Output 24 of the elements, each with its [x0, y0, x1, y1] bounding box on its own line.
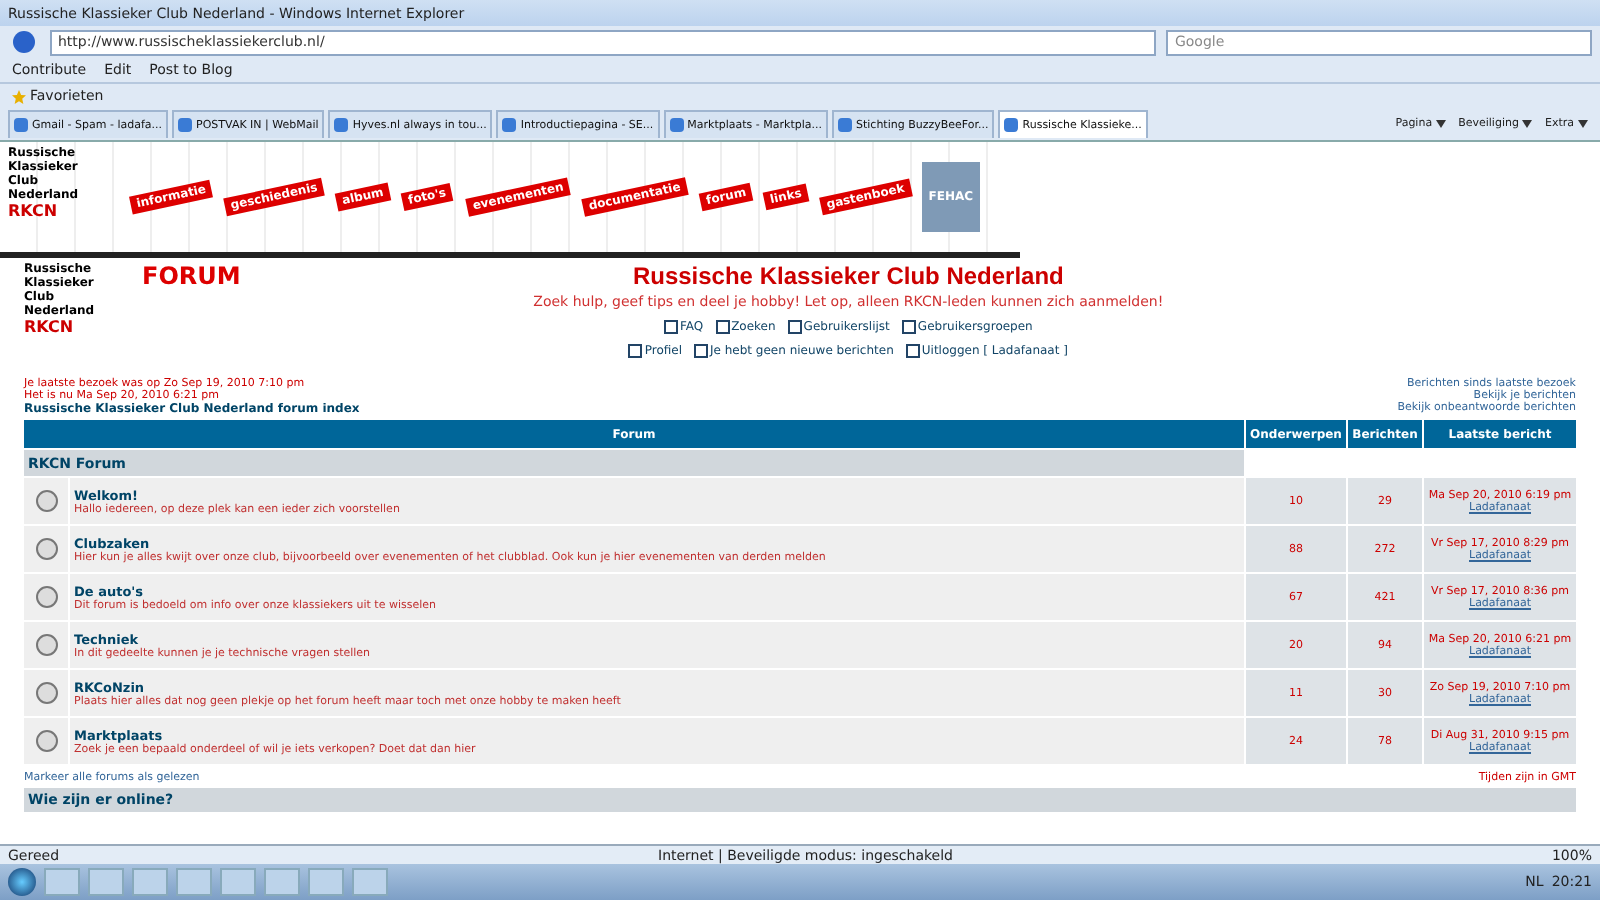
start-button[interactable]	[8, 868, 36, 896]
taskbar-button[interactable]	[352, 868, 388, 896]
folder-icon	[35, 490, 57, 512]
folder-icon	[35, 538, 57, 560]
caret-icon	[1578, 120, 1588, 128]
taskbar-button[interactable]	[308, 868, 344, 896]
folder-icon	[35, 586, 57, 608]
folder-icon	[35, 730, 57, 752]
taskbar-button[interactable]	[88, 868, 124, 896]
logo-mark: RKCN	[8, 201, 58, 219]
caret-icon	[1522, 120, 1533, 128]
taskbar-button[interactable]	[220, 868, 256, 896]
taskbar-button[interactable]	[264, 868, 300, 896]
taskbar-button[interactable]	[132, 868, 168, 896]
caret-icon	[1436, 120, 1447, 128]
back-button[interactable]	[8, 30, 40, 54]
forum-label: FORUM	[142, 262, 241, 290]
site-title: Russische Klassieker Club Nederland	[632, 262, 1064, 290]
taskbar-button[interactable]	[44, 868, 80, 896]
logo-mark: RKCN	[24, 318, 74, 336]
folder-icon	[35, 634, 57, 656]
taskbar-button[interactable]	[176, 868, 212, 896]
folder-icon	[35, 682, 57, 704]
star-icon	[12, 89, 26, 103]
